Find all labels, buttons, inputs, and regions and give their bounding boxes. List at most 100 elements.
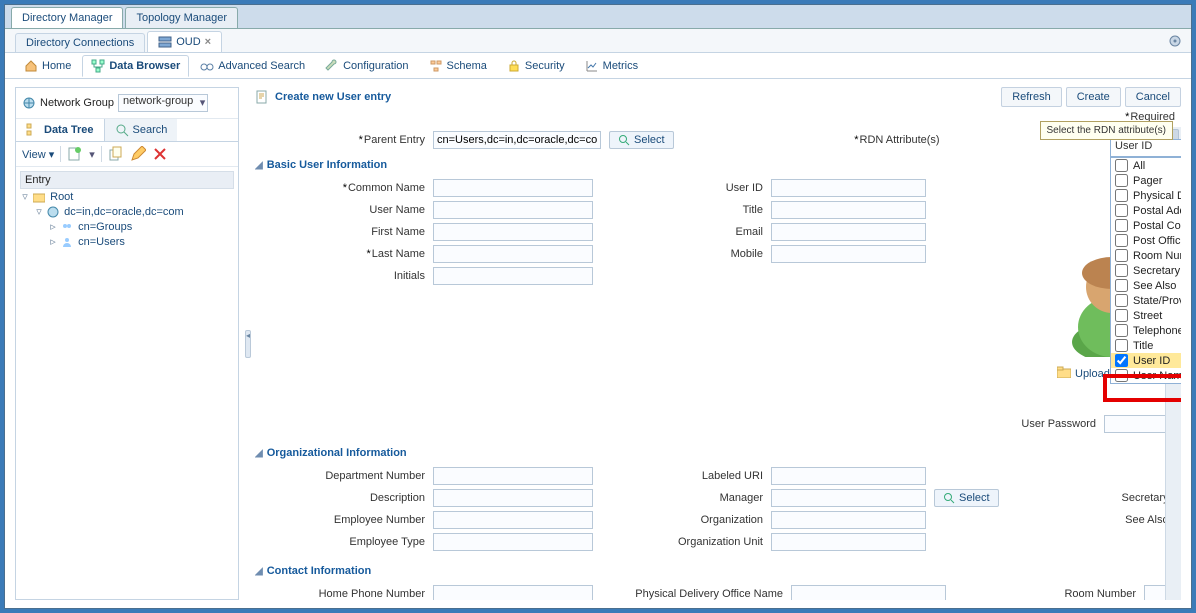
rdn-option-checkbox[interactable]: [1115, 324, 1128, 337]
expand-toggle[interactable]: ▿: [34, 205, 44, 218]
new-entry-menu[interactable]: ▾: [89, 148, 95, 161]
initials-input[interactable]: [433, 267, 593, 285]
expand-toggle[interactable]: ▿: [20, 190, 30, 203]
rdn-option[interactable]: Secretary: [1111, 263, 1181, 278]
tab-data-tree[interactable]: Data Tree: [16, 119, 105, 141]
parent-select-button[interactable]: Select: [609, 131, 674, 149]
tree-node-dc[interactable]: dc=in,dc=oracle,dc=com: [64, 206, 184, 218]
tree-node-groups[interactable]: cn=Groups: [78, 221, 132, 233]
rdn-option-checkbox[interactable]: [1115, 309, 1128, 322]
title-input[interactable]: [771, 201, 926, 219]
rdn-option-checkbox[interactable]: [1115, 189, 1128, 202]
nav-schema[interactable]: Schema: [420, 55, 496, 77]
tab-oud[interactable]: OUD ×: [147, 31, 222, 52]
rdn-option[interactable]: User Name: [1111, 368, 1181, 383]
rdn-option[interactable]: Street: [1111, 308, 1181, 323]
rdn-option-checkbox[interactable]: [1115, 369, 1128, 382]
rdn-option[interactable]: Title: [1111, 338, 1181, 353]
tree-node-root[interactable]: Root: [50, 191, 73, 203]
expand-toggle[interactable]: ▹: [48, 235, 58, 248]
description-input[interactable]: [433, 489, 593, 507]
user-id-input[interactable]: [771, 179, 926, 197]
tree-node-users[interactable]: cn=Users: [78, 236, 125, 248]
rdn-option-checkbox[interactable]: [1115, 294, 1128, 307]
delete-entry-button[interactable]: [152, 146, 168, 162]
rdn-option-checkbox[interactable]: [1115, 264, 1128, 277]
rdn-option[interactable]: Postal Code: [1111, 218, 1181, 233]
cancel-button[interactable]: Cancel: [1125, 87, 1181, 107]
common-name-input[interactable]: [433, 179, 593, 197]
rdn-option-checkbox[interactable]: [1115, 354, 1128, 367]
phys-deliv-input[interactable]: [791, 585, 946, 600]
main-panel: ◂ Create new User entry Refresh Create C…: [245, 87, 1181, 600]
manager-input[interactable]: [771, 489, 926, 507]
rdn-option[interactable]: Post Office Box: [1111, 233, 1181, 248]
rdn-option[interactable]: All: [1111, 158, 1181, 173]
section-contact[interactable]: ◢Contact Information: [255, 565, 1175, 577]
create-button[interactable]: Create: [1066, 87, 1121, 107]
rdn-option[interactable]: Pager: [1111, 173, 1181, 188]
expand-toggle[interactable]: ▹: [48, 220, 58, 233]
home-phone-label: Home Phone Number: [255, 588, 425, 600]
upload-link[interactable]: Upload: [1075, 368, 1110, 380]
copy-entry-button[interactable]: [108, 146, 124, 162]
nav-data-browser[interactable]: Data Browser: [82, 55, 189, 77]
first-name-input[interactable]: [433, 223, 593, 241]
view-menu[interactable]: View ▾: [22, 148, 54, 161]
manager-select-button[interactable]: Select: [934, 489, 999, 507]
rdn-option[interactable]: Physical Delivery Office Name: [1111, 188, 1181, 203]
labeled-uri-input[interactable]: [771, 467, 926, 485]
section-org[interactable]: ◢Organizational Information: [255, 447, 1175, 459]
tab-directory-connections[interactable]: Directory Connections: [15, 33, 145, 52]
rdn-option-checkbox[interactable]: [1115, 279, 1128, 292]
tab-search[interactable]: Search: [105, 119, 178, 141]
refresh-button[interactable]: Refresh: [1001, 87, 1062, 107]
nav-security[interactable]: Security: [498, 55, 574, 77]
entry-tree: Entry ▿ Root ▿ dc=in,dc=oracle,dc=com ▹ …: [16, 167, 238, 599]
rdn-option[interactable]: State/Province Name: [1111, 293, 1181, 308]
dept-no-input[interactable]: [433, 467, 593, 485]
nav-configuration[interactable]: Configuration: [316, 55, 417, 77]
org-unit-input[interactable]: [771, 533, 926, 551]
close-icon[interactable]: ×: [205, 36, 211, 48]
user-id-label: User ID: [633, 182, 763, 194]
organization-input[interactable]: [771, 511, 926, 529]
rdn-option-checkbox[interactable]: [1115, 234, 1128, 247]
rdn-option-checkbox[interactable]: [1115, 204, 1128, 217]
rdn-option-checkbox[interactable]: [1115, 339, 1128, 352]
rdn-option-checkbox[interactable]: [1115, 219, 1128, 232]
rdn-select[interactable]: User ID: [1110, 139, 1181, 157]
rdn-option[interactable]: Room Number: [1111, 248, 1181, 263]
rdn-option[interactable]: See Also: [1111, 278, 1181, 293]
tab-topology-manager[interactable]: Topology Manager: [125, 7, 238, 28]
rdn-option-checkbox[interactable]: [1115, 159, 1128, 172]
nav-metrics[interactable]: Metrics: [576, 55, 647, 77]
wrench-icon: [325, 59, 339, 73]
edit-entry-button[interactable]: [130, 146, 146, 162]
network-group-label: Network Group: [40, 97, 114, 109]
home-phone-input[interactable]: [433, 585, 593, 600]
mobile-input[interactable]: [771, 245, 926, 263]
rdn-option[interactable]: Postal Address: [1111, 203, 1181, 218]
tab-directory-manager[interactable]: Directory Manager: [11, 7, 123, 28]
rdn-option-checkbox[interactable]: [1115, 174, 1128, 187]
nav-home[interactable]: Home: [15, 55, 80, 77]
rdn-option-checkbox[interactable]: [1115, 249, 1128, 262]
emp-type-input[interactable]: [433, 533, 593, 551]
emp-no-input[interactable]: [433, 511, 593, 529]
nav-advanced-search[interactable]: Advanced Search: [191, 55, 314, 77]
tree-icon: [91, 59, 105, 73]
last-name-input[interactable]: [433, 245, 593, 263]
splitter[interactable]: ◂: [245, 87, 251, 600]
parent-entry-input[interactable]: [433, 131, 601, 149]
settings-icon[interactable]: [1167, 33, 1183, 49]
new-entry-button[interactable]: [67, 146, 83, 162]
rdn-option[interactable]: Telephone Number: [1111, 323, 1181, 338]
user-name-input[interactable]: [433, 201, 593, 219]
email-input[interactable]: [771, 223, 926, 241]
network-group-select[interactable]: network-group: [118, 94, 208, 112]
section-basic[interactable]: ◢Basic User Information: [255, 159, 1175, 171]
rdn-option[interactable]: User ID: [1111, 353, 1181, 368]
rdn-option-label: Postal Address: [1133, 205, 1181, 217]
group-icon: [61, 221, 73, 233]
